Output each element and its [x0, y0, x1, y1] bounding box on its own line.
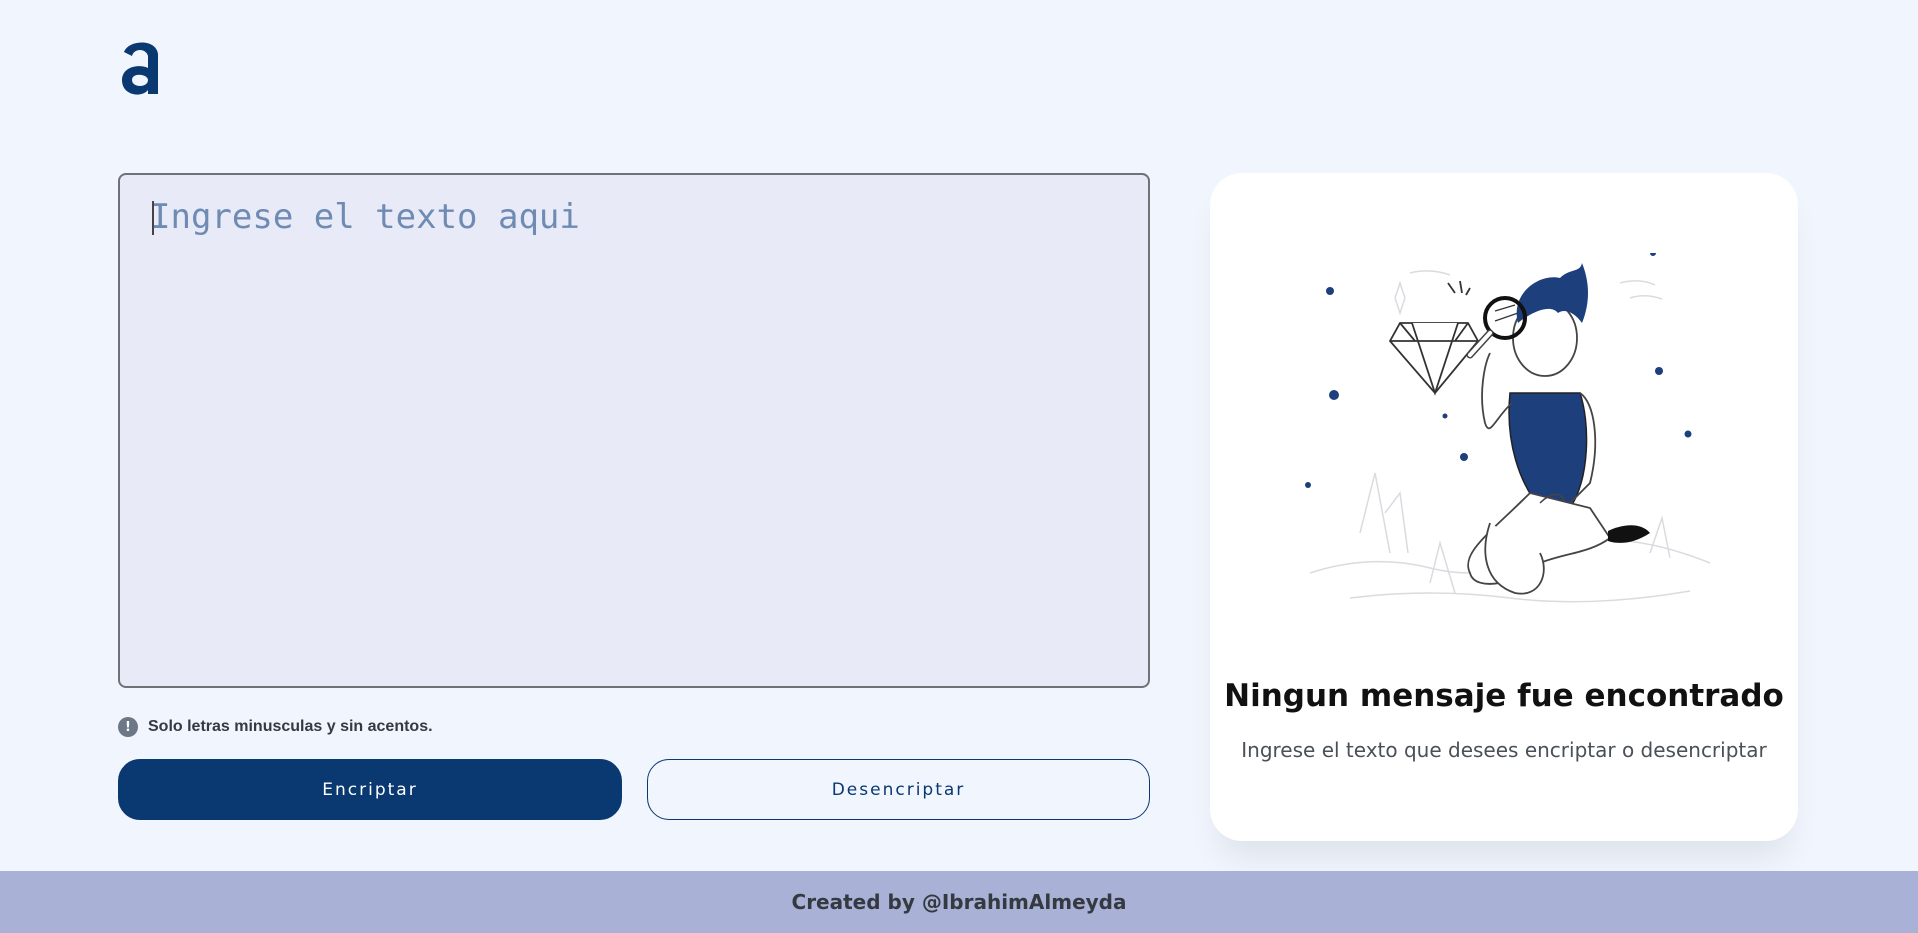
message-textarea-container — [118, 173, 1150, 688]
result-title: Ningun mensaje fue encontrado — [1224, 678, 1784, 714]
alura-logo-icon — [118, 36, 164, 98]
text-caret — [152, 201, 154, 235]
result-panel: Ningun mensaje fue encontrado Ingrese el… — [1210, 173, 1798, 841]
message-input[interactable] — [120, 175, 1148, 686]
exclamation-icon: ! — [118, 717, 138, 737]
hint-text: Solo letras minusculas y sin acentos. — [148, 718, 433, 735]
footer: Created by @IbrahimAlmeyda — [0, 871, 1918, 933]
person-magnifying-glass-illustration — [1290, 250, 1730, 613]
encrypt-button[interactable]: Encriptar — [118, 759, 622, 820]
input-hint: ! Solo letras minusculas y sin acentos. — [118, 717, 433, 737]
decrypt-button[interactable]: Desencriptar — [647, 759, 1150, 820]
result-subtitle: Ingrese el texto que desees encriptar o … — [1241, 738, 1767, 762]
footer-credit: Created by @IbrahimAlmeyda — [791, 890, 1127, 914]
